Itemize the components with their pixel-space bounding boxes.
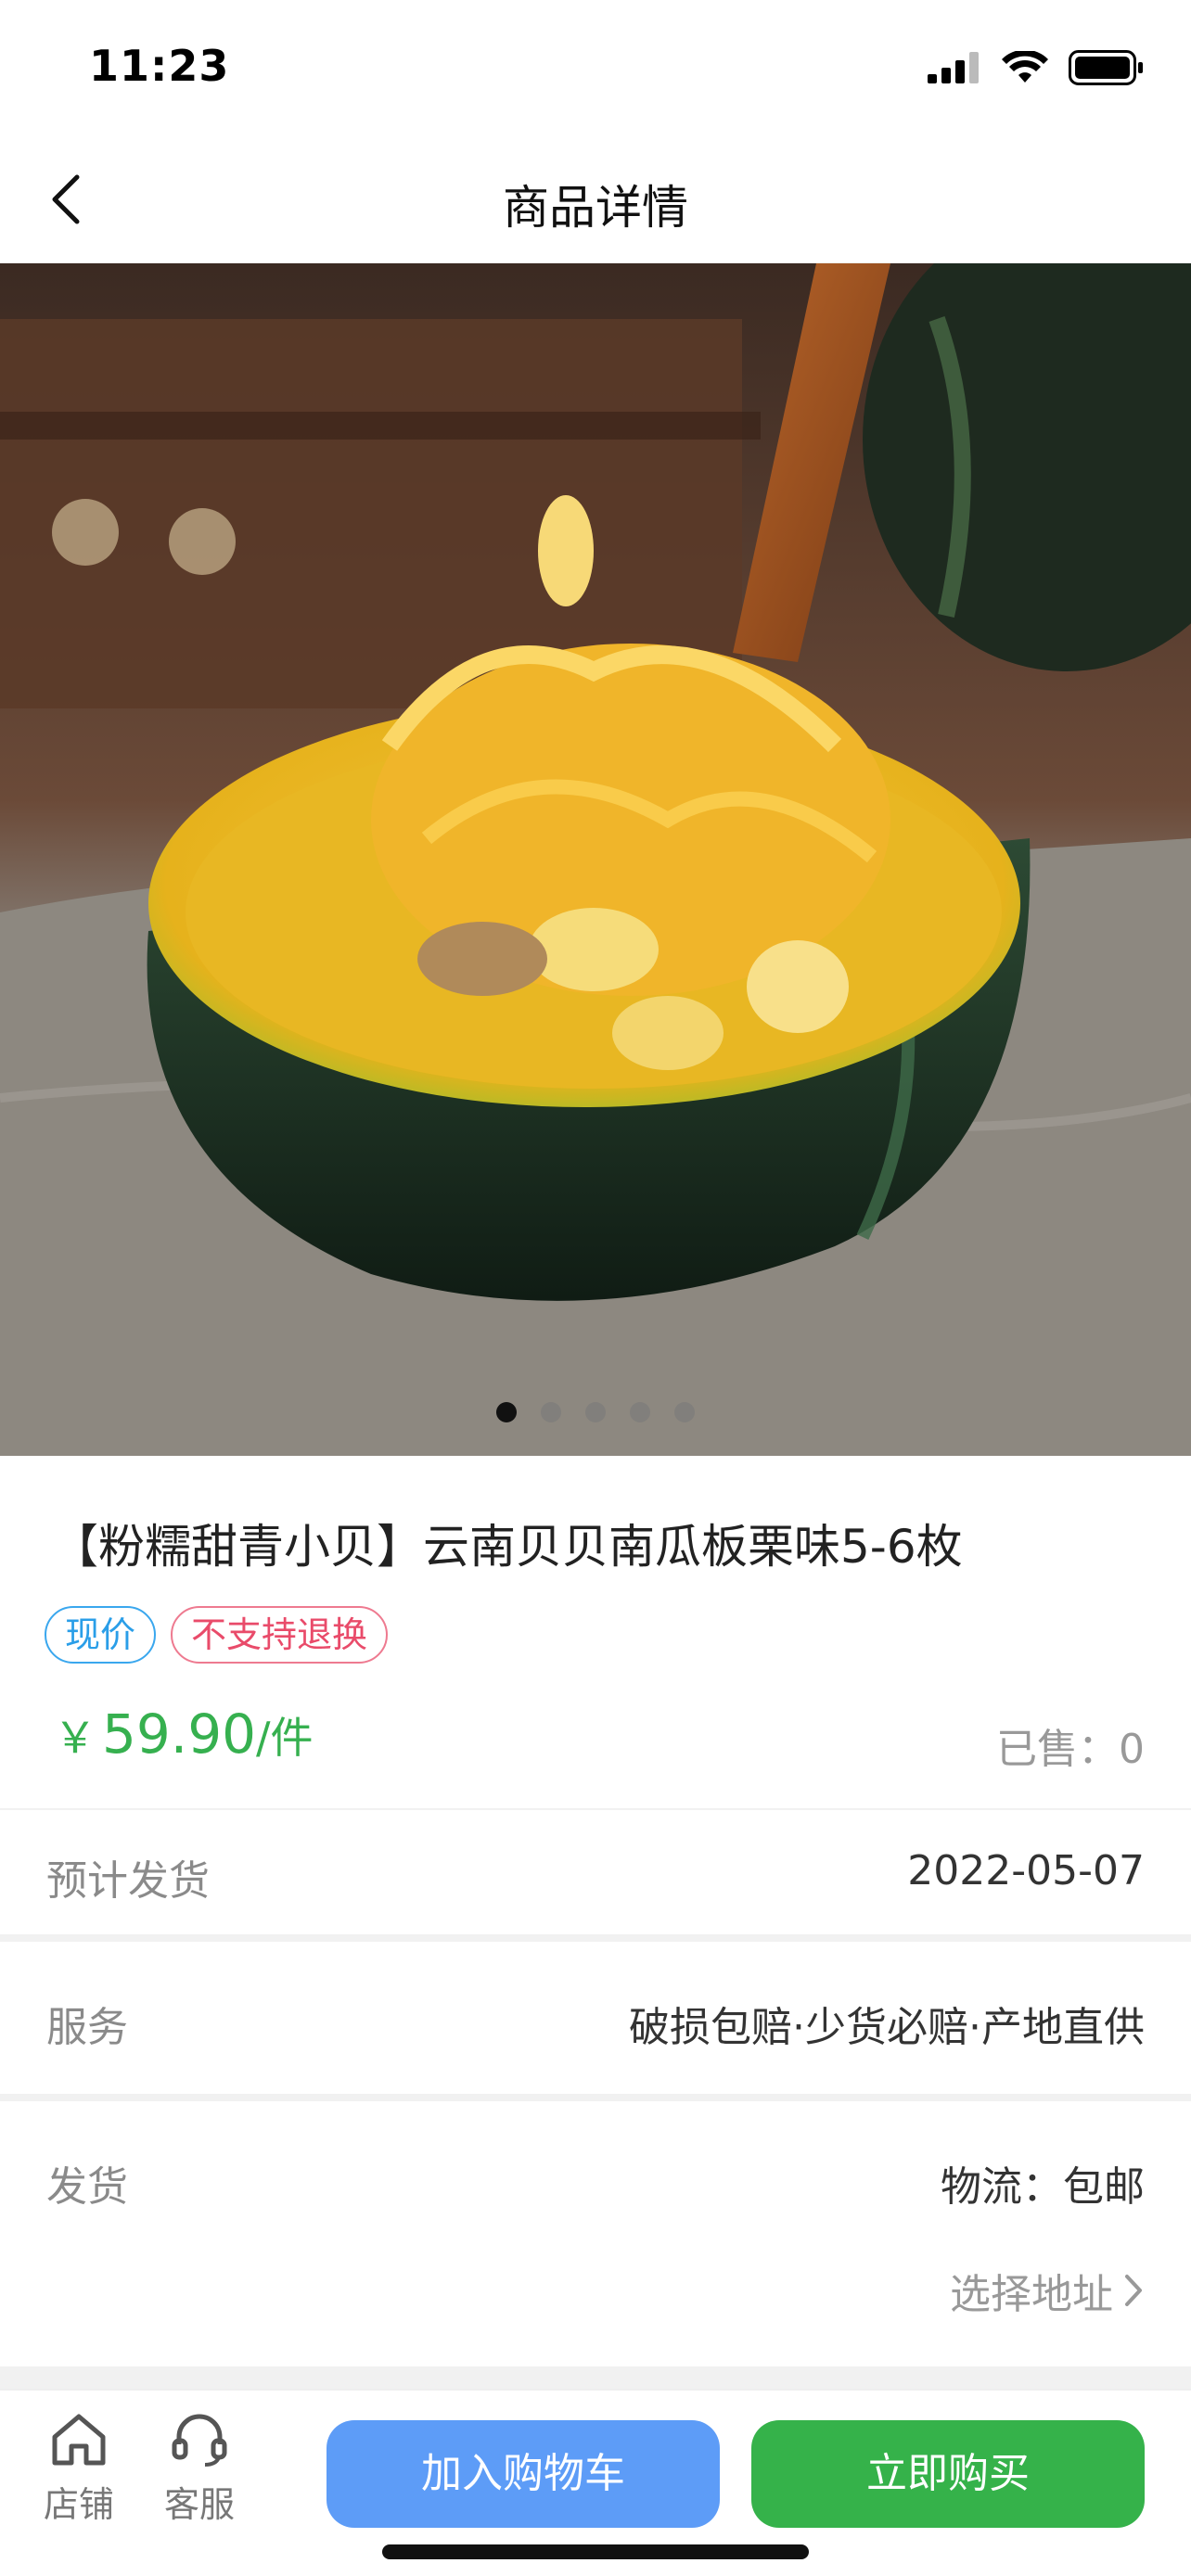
product-tags: 现价 不支持退换 xyxy=(45,1606,389,1664)
status-bar: 11:23 xyxy=(0,0,1191,139)
wifi-icon xyxy=(1002,51,1048,83)
price-unit: /件 xyxy=(256,1713,314,1763)
product-image-carousel[interactable] xyxy=(0,263,1191,1456)
carousel-dots xyxy=(0,1402,1191,1422)
product-title: 【粉糯甜青小贝】云南贝贝南瓜板栗味5-6枚 xyxy=(52,1520,963,1574)
shop-home-icon xyxy=(52,2414,106,2466)
shipping-date-value: 2022-05-07 xyxy=(907,1847,1145,1894)
status-time: 11:23 xyxy=(89,41,230,91)
delivery-row: 发货 物流：包邮 选择地址 xyxy=(0,2101,1191,2366)
divider xyxy=(0,2366,1191,2389)
delivery-value: 物流：包邮 xyxy=(941,2163,1145,2211)
carousel-dot[interactable] xyxy=(585,1402,606,1422)
carousel-dot[interactable] xyxy=(674,1402,695,1422)
select-address-label: 选择地址 xyxy=(950,2271,1113,2318)
carousel-dot[interactable] xyxy=(496,1402,517,1422)
product-info: 【粉糯甜青小贝】云南贝贝南瓜板栗味5-6枚 现价 不支持退换 ￥ 59.90 /… xyxy=(0,1456,1191,1808)
price-amount: 59.90 xyxy=(102,1702,257,1766)
product-image xyxy=(0,263,1191,1456)
shop-button[interactable]: 店铺 xyxy=(28,2411,130,2527)
shipping-date-row: 预计发货 2022-05-07 xyxy=(0,1810,1191,1934)
customer-service-label: 客服 xyxy=(163,2484,235,2525)
shipping-date-label: 预计发货 xyxy=(46,1857,210,1905)
sold-number: 0 xyxy=(1119,1726,1145,1773)
page-title: 商品详情 xyxy=(503,181,688,235)
signal-icon xyxy=(928,52,979,83)
price-symbol: ￥ xyxy=(54,1713,96,1763)
product-price: ￥ 59.90 /件 xyxy=(54,1702,314,1766)
chevron-right-icon xyxy=(1125,2275,1142,2306)
delivery-label: 发货 xyxy=(46,2163,128,2211)
add-to-cart-button[interactable]: 加入购物车 xyxy=(327,2420,720,2528)
service-row[interactable]: 服务 破损包赔·少货必赔·产地直供 xyxy=(0,1942,1191,2094)
tag-current-price: 现价 xyxy=(45,1606,157,1664)
customer-service-button[interactable]: 客服 xyxy=(148,2411,250,2527)
divider xyxy=(0,1934,1191,1942)
shop-label: 店铺 xyxy=(43,2484,114,2525)
status-icons xyxy=(928,50,1145,85)
carousel-dot[interactable] xyxy=(541,1402,561,1422)
battery-icon xyxy=(1069,50,1143,85)
divider xyxy=(0,2094,1191,2101)
service-label: 服务 xyxy=(46,2004,128,2051)
carousel-dot[interactable] xyxy=(630,1402,650,1422)
buy-now-button[interactable]: 立即购买 xyxy=(751,2420,1145,2528)
headset-icon xyxy=(172,2414,227,2467)
sold-count: 已售：0 xyxy=(996,1715,1145,1775)
service-value: 破损包赔·少货必赔·产地直供 xyxy=(629,2004,1145,2051)
nav-bar: 商品详情 xyxy=(0,139,1191,263)
select-address-button[interactable]: 选择地址 xyxy=(950,2261,1145,2320)
sold-label: 已售： xyxy=(996,1726,1119,1773)
tag-no-return: 不支持退换 xyxy=(171,1606,389,1664)
home-indicator xyxy=(382,2544,809,2559)
